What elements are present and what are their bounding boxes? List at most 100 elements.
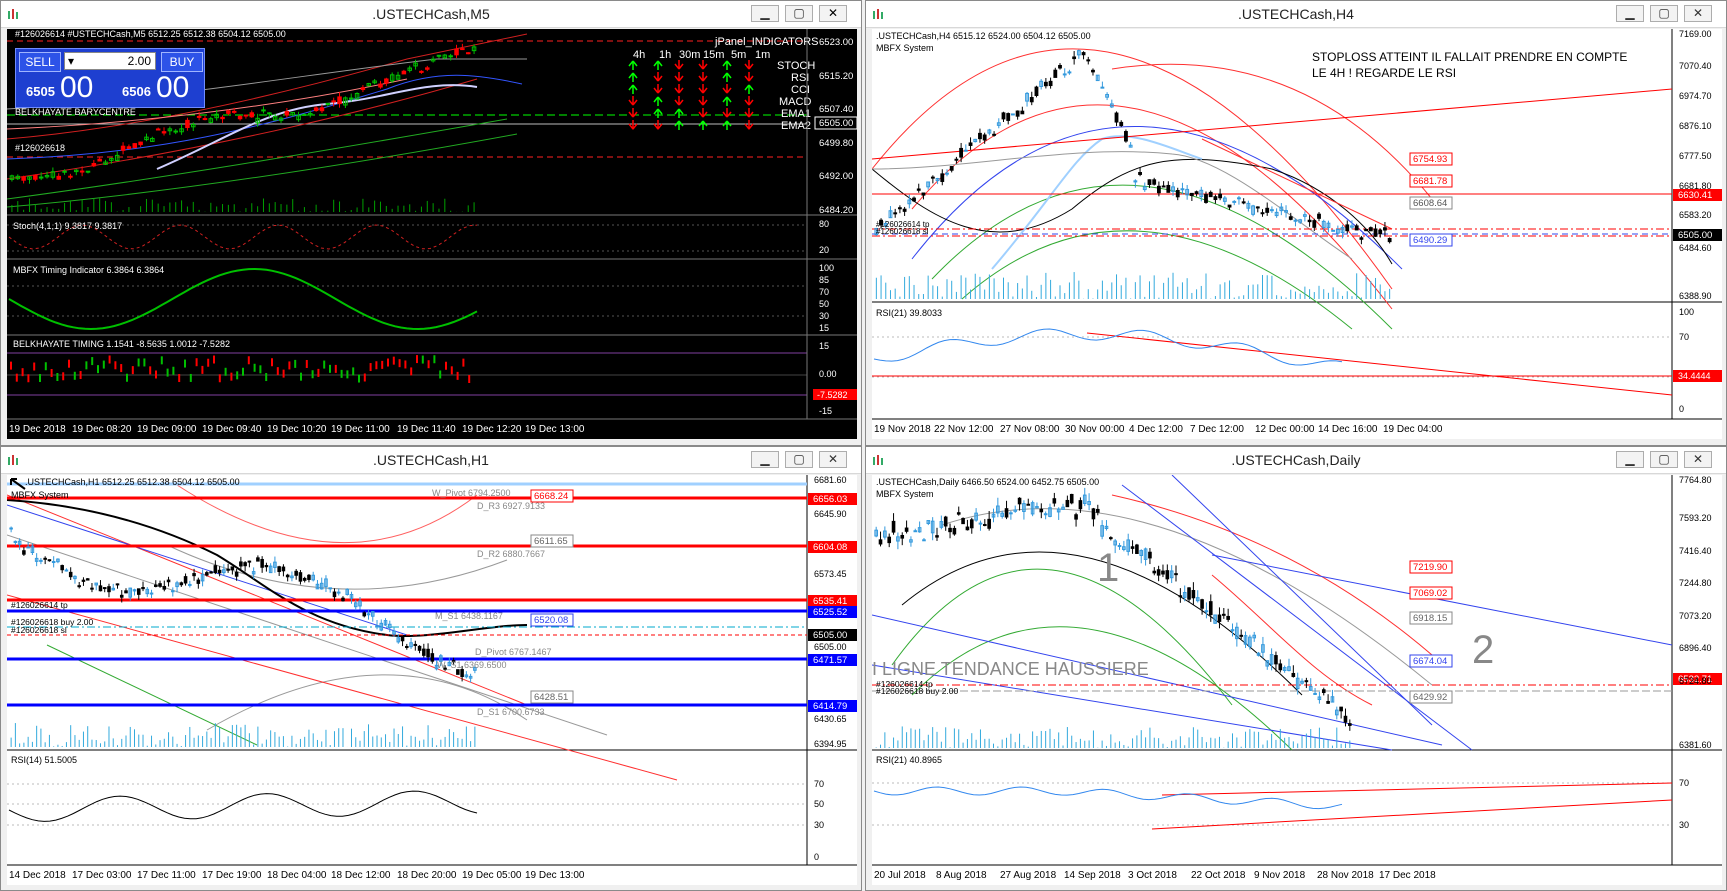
sell-button[interactable]: SELL — [19, 52, 61, 72]
candle-body — [1109, 537, 1113, 540]
candle-body — [1015, 110, 1020, 117]
maximize-button[interactable]: ▢ — [785, 451, 813, 468]
buy-price[interactable]: 6506 00 — [112, 71, 200, 105]
candle-body — [360, 87, 366, 91]
d1-annotation-2: 2 — [1472, 628, 1494, 672]
chart-daily[interactable]: .USTECHCash,Daily 6466.50 6524.00 6452.7… — [872, 475, 1722, 885]
h1-price-tag: 6520.08 — [534, 615, 568, 626]
candle-body — [267, 112, 272, 115]
candle-body — [1345, 224, 1350, 232]
h1-price-tag: 6611.65 — [534, 536, 568, 547]
lot-size-input[interactable]: ▾ 2.00 — [64, 52, 156, 70]
h1-pivot-label: W_S1 6369.6500 — [437, 660, 507, 670]
candle-body — [243, 114, 249, 117]
candle-body — [913, 530, 918, 533]
chart-h4[interactable]: .USTECHCash,H4 6515.12 6524.00 6504.12 6… — [872, 29, 1722, 439]
title-bar: .USTECHCash,Daily ▁ ▢ ✕ — [866, 447, 1726, 474]
candle-body — [205, 572, 209, 576]
candle-body — [319, 107, 325, 112]
buy-button[interactable]: BUY — [161, 52, 203, 72]
minimize-button[interactable]: ▁ — [751, 5, 779, 22]
close-button[interactable]: ✕ — [819, 451, 847, 468]
candle-body — [307, 574, 311, 580]
candle-body — [1288, 216, 1293, 220]
candle-body — [120, 145, 126, 151]
candle-body — [196, 579, 201, 584]
m5-current-price: 6505.00 — [819, 118, 853, 129]
candle-body — [1004, 508, 1009, 518]
chart-daily-canvas: .USTECHCash,Daily 6466.50 6524.00 6452.7… — [872, 475, 1722, 885]
d1-time-axis: 20 Jul 2018 8 Aug 2018 27 Aug 2018 14 Se… — [874, 870, 1436, 881]
d1-price-tag: 7219.90 — [1413, 562, 1447, 573]
candle-body — [362, 612, 367, 617]
candle-body — [91, 163, 97, 167]
candle-body — [85, 170, 91, 173]
candle-body — [1086, 59, 1091, 62]
chart-window-m5[interactable]: .USTECHCash,M5 ▁ ▢ ✕ jPanel_INDICATORS 4… — [0, 0, 862, 446]
close-button[interactable]: ✕ — [1684, 5, 1712, 22]
d1-price-tick: 7416.40 — [1679, 546, 1712, 556]
d1-time-tick: 17 Dec 2018 — [1379, 870, 1436, 881]
candle-body — [331, 100, 336, 103]
d1-price-tick: 6896.40 — [1679, 643, 1712, 653]
candle-body — [277, 566, 281, 572]
candle-body — [33, 174, 38, 180]
minimize-button[interactable]: ▁ — [1616, 5, 1644, 22]
close-button[interactable]: ✕ — [1684, 451, 1712, 468]
candle-body — [226, 110, 231, 114]
candle-body — [325, 102, 331, 105]
h4-price-tick: 6388.90 — [1679, 291, 1712, 301]
m5-stoch-tick: 20 — [819, 245, 829, 255]
candle-body — [1166, 184, 1171, 193]
candle-body — [124, 590, 128, 594]
chart-window-daily[interactable]: .USTECHCash,Daily ▁ ▢ ✕ .USTECHCash,Dail… — [865, 446, 1727, 891]
h1-time-tick: 18 Dec 04:00 — [267, 870, 327, 881]
candle-body — [234, 571, 239, 577]
close-button[interactable]: ✕ — [819, 5, 847, 22]
candle-body — [968, 142, 973, 146]
candle-body — [1191, 590, 1196, 599]
candle-body — [1213, 196, 1218, 201]
candle-body — [1020, 110, 1025, 115]
h1-current-price: 6505.00 — [813, 630, 847, 641]
d1-time-tick: 9 Nov 2018 — [1254, 870, 1306, 881]
d1-trend-text: I LIGNE TENDANCE HAUSSIERE — [872, 659, 1149, 679]
maximize-button[interactable]: ▢ — [1650, 5, 1678, 22]
chart-window-h4[interactable]: .USTECHCash,H4 ▁ ▢ ✕ .USTECHCash,H4 6515… — [865, 0, 1727, 446]
h1-price-tag: 6428.51 — [534, 692, 568, 703]
d1-price-tick: 6724.80 — [1679, 676, 1712, 686]
maximize-button[interactable]: ▢ — [1650, 451, 1678, 468]
candle-body — [1373, 228, 1378, 237]
h1-rsi-label: RSI(14) 51.5005 — [11, 755, 77, 765]
sell-price[interactable]: 6505 00 — [16, 71, 104, 105]
indicator-panel-title: jPanel_INDICATORS — [714, 36, 819, 48]
candle-body — [954, 158, 959, 161]
title-bar: .USTECHCash,H1 ▁ ▢ ✕ — [1, 447, 861, 474]
candle-body — [196, 115, 202, 118]
candle-body — [1278, 663, 1283, 671]
d1-price-tick: 7764.80 — [1679, 475, 1712, 485]
lot-dropdown-icon[interactable]: ▾ — [65, 53, 74, 69]
m5-time-tick: 19 Dec 11:00 — [331, 424, 390, 435]
minimize-button[interactable]: ▁ — [1616, 451, 1644, 468]
candle-body — [220, 116, 225, 120]
candle-body — [878, 539, 883, 545]
h1-system-label: MBFX System — [11, 490, 69, 500]
m5-order-label: #126026618 — [15, 143, 65, 153]
candle-body — [141, 587, 145, 590]
chart-window-h1[interactable]: .USTECHCash,H1 ▁ ▢ ✕ .USTECHCash,H1 6512… — [0, 446, 862, 891]
candle-body — [893, 212, 898, 215]
candle-body — [1138, 172, 1142, 175]
candle-body — [1001, 112, 1006, 120]
d1-annotation-1: 1 — [1097, 546, 1119, 590]
minimize-button[interactable]: ▁ — [751, 451, 779, 468]
candle-body — [1368, 227, 1373, 232]
candle-body — [230, 566, 235, 571]
maximize-button[interactable]: ▢ — [785, 5, 813, 22]
h1-price-tag: 6535.41 — [813, 596, 847, 607]
candle-body — [978, 522, 983, 525]
candle-body — [945, 172, 949, 175]
candle-body — [948, 527, 952, 533]
chart-h1[interactable]: .USTECHCash,H1 6512.25 6512.38 6504.12 6… — [7, 475, 857, 885]
h4-price-tag: 6490.29 — [1413, 235, 1447, 246]
